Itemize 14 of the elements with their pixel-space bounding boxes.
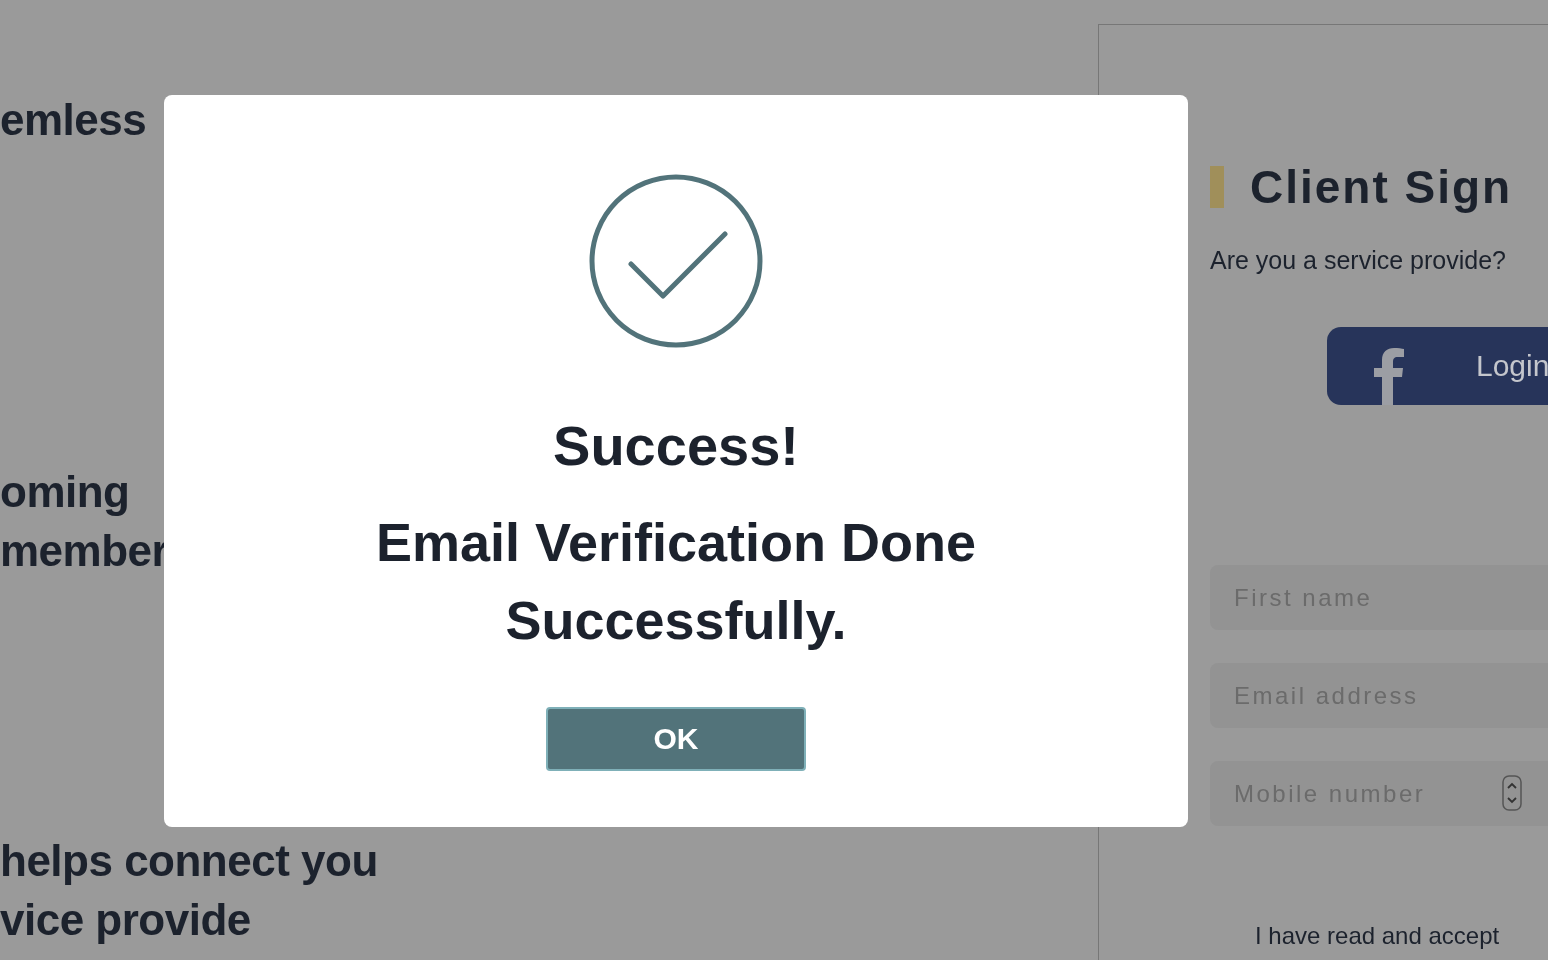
signup-title: Client Sign xyxy=(1250,160,1513,214)
accent-bar xyxy=(1210,166,1224,208)
facebook-login-button[interactable]: Login xyxy=(1327,327,1548,405)
terms-text: I have read and accept xyxy=(1255,922,1501,950)
spinner-icon[interactable] xyxy=(1502,775,1522,811)
page-heading: emless xyxy=(0,94,147,146)
facebook-icon xyxy=(1372,347,1406,405)
page-heading: helps connect you vice provide xyxy=(0,835,378,946)
signup-subtitle: Are you a service provide? xyxy=(1210,246,1507,275)
check-circle-icon xyxy=(588,173,764,349)
page-heading: oming member xyxy=(0,466,169,577)
dialog-heading: Success! xyxy=(553,413,799,479)
ok-button[interactable]: OK xyxy=(546,707,806,771)
dialog-message: Email Verification Done Successfully. xyxy=(374,511,978,652)
